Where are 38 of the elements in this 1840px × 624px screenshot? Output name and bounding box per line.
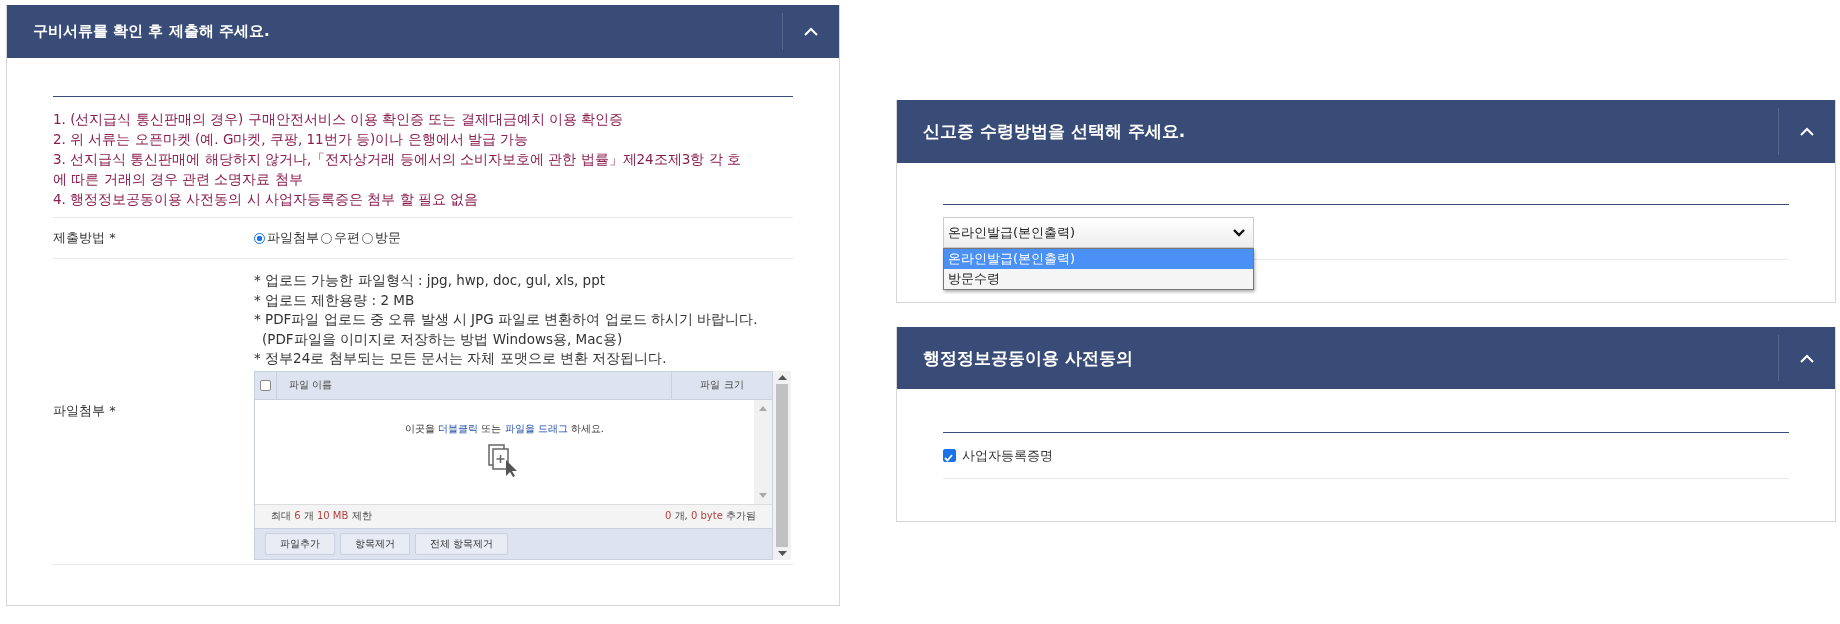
checkbox[interactable] bbox=[943, 449, 956, 462]
select-all-checkbox[interactable] bbox=[260, 379, 271, 391]
radio-option[interactable]: 우편 bbox=[321, 229, 360, 247]
caret-icon bbox=[1800, 127, 1814, 136]
column-header: 파일 이름 bbox=[289, 378, 333, 392]
scroll-up-icon[interactable] bbox=[777, 374, 787, 380]
caret-icon bbox=[1800, 353, 1814, 363]
limit-text: 최대 6 개 10 MB 제한 bbox=[271, 509, 372, 523]
dropdown-select[interactable]: 온라인발급(본인출력) bbox=[943, 217, 1254, 248]
scrollbar-thumb[interactable] bbox=[776, 383, 788, 547]
notice-text: 3. 선지급식 통신판매에 해당하지 않거나,「전자상거래 등에서의 소비자보호에 관한 법률」제24조제3항 각 호에 따른 거래의 경우 관련 소명자료 첨부 bbox=[53, 150, 742, 189]
column-header: 파일 크기 bbox=[700, 378, 744, 392]
notice-text: 4. 행정정보공동이용 사전동의 시 사업자등록증은 첨부 할 필요 없음 bbox=[53, 190, 480, 209]
scroll-down-icon[interactable] bbox=[777, 550, 787, 556]
drop-hint: 이곳을 더블클릭 또는 파일을 드래그 하세요. bbox=[404, 421, 605, 436]
field-label: 파일첨부 * bbox=[53, 402, 116, 421]
notice-text: 1. (선지급식 통신판매의 경우) 구매안전서비스 이용 확인증 또는 결제대금예치 이용 확인증 bbox=[53, 110, 625, 129]
notice-text: 2. 위 서류는 오픈마켓 (예. G마켓, 쿠팡, 11번가 등)이나 은행에서 발급 가능 bbox=[53, 130, 530, 149]
guide-text: * 정부24로 첨부되는 모든 문서는 자체 포맷으로 변환 저장됩니다. bbox=[254, 349, 668, 368]
guide-text: * 업로드 가능한 파일형식 : jpg, hwp, doc, gul, xls, ppt bbox=[254, 271, 607, 290]
radio-option[interactable]: 방문 bbox=[362, 229, 401, 247]
field-label: 제출방법 * bbox=[53, 229, 116, 247]
scrollbar[interactable] bbox=[773, 370, 791, 560]
added-text: 0 개, 0 byte 추가됨 bbox=[665, 509, 756, 523]
caret-icon bbox=[804, 27, 818, 36]
uploader-button[interactable]: 전체 항목제거 bbox=[415, 532, 509, 555]
uploader-button[interactable]: 항목제거 bbox=[340, 532, 410, 555]
uploader-button[interactable]: 파일추가 bbox=[265, 532, 335, 555]
guide-text: * PDF파일 업로드 중 오류 발생 시 JPG 파일로 변환하여 업로드 하시기 바랍니다. bbox=[254, 310, 759, 329]
panel-title: 행정정보공동이용 사전동의 bbox=[923, 346, 1133, 370]
panel-title: 신고증 수령방법을 선택해 주세요. bbox=[923, 120, 1186, 143]
chevron-down-icon bbox=[1233, 228, 1245, 237]
guide-text: * 업로드 제한용량 : 2 MB bbox=[254, 290, 416, 310]
dropdown-option[interactable]: 방문수령 bbox=[944, 269, 1253, 289]
panel-title: 구비서류를 확인 후 제출해 주세요. bbox=[33, 22, 270, 41]
checkbox-label: 사업자등록증명 bbox=[962, 446, 1053, 465]
radio-option[interactable]: 파일첨부 bbox=[254, 229, 319, 247]
guide-text: (PDF파일을 이미지로 저장하는 방법 Windows용, Mac용) bbox=[261, 329, 624, 349]
